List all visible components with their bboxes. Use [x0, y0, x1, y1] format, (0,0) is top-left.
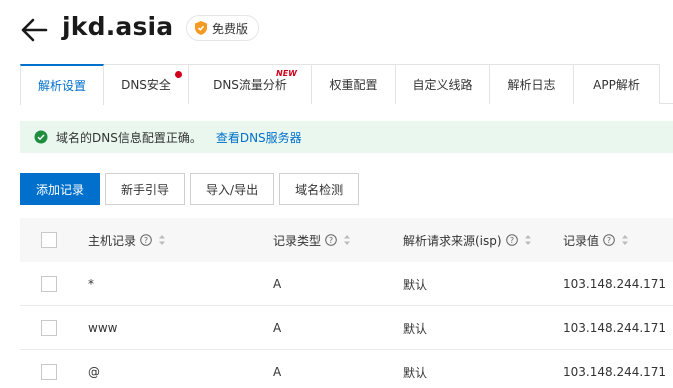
sort-icon[interactable]	[343, 234, 351, 246]
cell-value: 103.148.244.171	[563, 321, 667, 335]
tab-label: DNS流量分析	[213, 78, 287, 92]
page-header: jkd.asia 免费版	[0, 0, 673, 58]
new-badge: NEW	[276, 69, 297, 78]
import-export-button[interactable]: 导入/导出	[190, 173, 275, 205]
page-title: jkd.asia	[62, 12, 174, 41]
svg-text:?: ?	[329, 236, 333, 245]
select-all-checkbox[interactable]	[41, 232, 57, 248]
tab-label: 自定义线路	[412, 78, 473, 92]
cell-host: @	[88, 365, 100, 379]
tab-label: DNS安全	[121, 78, 171, 92]
row-checkbox[interactable]	[41, 364, 57, 380]
sort-icon[interactable]	[158, 234, 166, 246]
tab-dns-security[interactable]: DNS安全	[103, 64, 189, 104]
cell-isp: 默认	[403, 321, 428, 336]
tab-resolve-log[interactable]: 解析日志	[489, 64, 574, 104]
cell-type: A	[273, 321, 282, 335]
tab-app-resolve[interactable]: APP解析	[573, 64, 660, 104]
sort-icon[interactable]	[621, 234, 629, 246]
column-label: 记录值	[563, 233, 600, 248]
cell-host: www	[88, 321, 118, 335]
tab-dns-traffic-analysis[interactable]: DNS流量分析 NEW	[188, 64, 312, 104]
tab-label: 解析日志	[507, 78, 556, 92]
help-icon[interactable]: ?	[505, 234, 518, 246]
tab-label: 解析设置	[37, 79, 86, 93]
sort-icon[interactable]	[524, 234, 532, 246]
cell-value: 103.148.244.171	[563, 365, 667, 379]
help-icon[interactable]: ?	[325, 234, 337, 246]
column-label: 解析请求来源(isp)	[403, 233, 502, 248]
alert-message: 域名的DNS信息配置正确。	[56, 130, 202, 145]
tab-bar: 解析设置 DNS安全 DNS流量分析 NEW 权重配置 自定义线路 解析日志 A…	[20, 64, 673, 105]
notification-dot-icon	[175, 71, 182, 78]
help-icon[interactable]: ?	[603, 234, 615, 246]
back-arrow-icon[interactable]	[20, 17, 48, 43]
shield-badge-icon	[195, 21, 207, 35]
domain-check-button[interactable]: 域名检测	[279, 173, 360, 205]
column-host: 主机记录 ?	[88, 218, 166, 262]
table-row: www A 默认 103.148.244.171	[20, 306, 673, 350]
add-record-button[interactable]: 添加记录	[20, 173, 101, 205]
table-header: 主机记录 ? 记录类型 ? 解析请求来源(isp) ? 记录值 ?	[20, 218, 673, 262]
plan-badge-label: 免费版	[212, 21, 249, 36]
row-checkbox[interactable]	[41, 320, 57, 336]
column-isp: 解析请求来源(isp) ?	[403, 218, 532, 262]
cell-isp: 默认	[403, 365, 428, 380]
tab-custom-lines[interactable]: 自定义线路	[395, 64, 490, 104]
column-value: 记录值 ?	[563, 218, 629, 262]
toolbar: 添加记录 新手引导 导入/导出 域名检测	[20, 173, 360, 205]
table-row: @ A 默认 103.148.244.171	[20, 350, 673, 388]
records-table: 主机记录 ? 记录类型 ? 解析请求来源(isp) ? 记录值 ? * A 默认…	[20, 218, 673, 388]
cell-type: A	[273, 277, 282, 291]
cell-value: 103.148.244.171	[563, 277, 667, 291]
row-checkbox-cell	[41, 306, 57, 350]
header-checkbox-cell	[41, 218, 57, 262]
svg-text:?: ?	[509, 236, 513, 245]
guide-button[interactable]: 新手引导	[105, 173, 186, 205]
row-checkbox-cell	[41, 350, 57, 388]
status-alert: 域名的DNS信息配置正确。 查看DNS服务器	[20, 121, 673, 153]
column-type: 记录类型 ?	[273, 218, 351, 262]
svg-text:?: ?	[144, 236, 148, 245]
cell-isp: 默认	[403, 277, 428, 292]
svg-text:?: ?	[607, 236, 611, 245]
view-dns-servers-link[interactable]: 查看DNS服务器	[216, 129, 302, 146]
tab-dns-settings[interactable]: 解析设置	[20, 64, 104, 105]
cell-type: A	[273, 365, 282, 379]
tab-label: 权重配置	[329, 78, 378, 92]
cell-host: *	[88, 277, 94, 291]
row-checkbox[interactable]	[41, 276, 57, 292]
column-label: 记录类型	[273, 233, 322, 248]
help-icon[interactable]: ?	[140, 234, 152, 246]
check-circle-icon	[34, 130, 48, 144]
column-label: 主机记录	[88, 233, 137, 248]
plan-badge: 免费版	[186, 15, 260, 41]
tab-label: APP解析	[593, 78, 640, 92]
table-row: * A 默认 103.148.244.171	[20, 262, 673, 306]
row-checkbox-cell	[41, 262, 57, 306]
tab-weight-config[interactable]: 权重配置	[311, 64, 396, 104]
